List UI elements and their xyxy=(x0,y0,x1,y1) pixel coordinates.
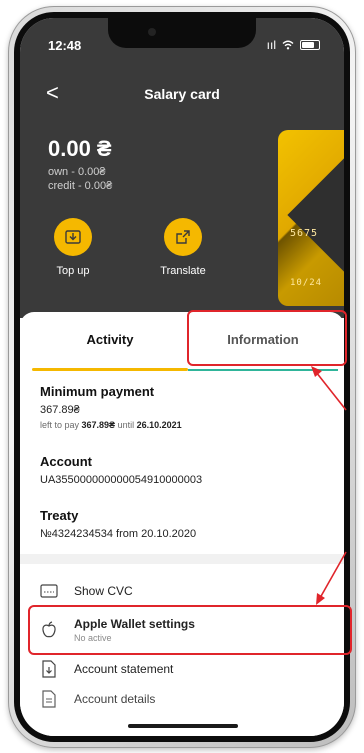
account-details-item[interactable]: Account details xyxy=(40,684,330,714)
battery-icon xyxy=(300,40,320,50)
bank-card[interactable]: 5675 10/24 xyxy=(278,130,344,306)
translate-label: Translate xyxy=(160,265,206,277)
status-icons: ııl xyxy=(267,38,320,52)
account-title: Account xyxy=(40,454,92,469)
credit-balance: credit - 0.00₴ xyxy=(48,180,113,192)
treaty-value: №4324234534 from 20.10.2020 xyxy=(40,528,197,540)
details-sheet: Activity Information Minimum payment 367… xyxy=(20,312,344,736)
minimum-payment-title: Minimum payment xyxy=(40,384,155,399)
export-icon xyxy=(164,218,202,256)
card-expiry: 10/24 xyxy=(290,278,323,288)
top-up-button[interactable]: Top up xyxy=(38,218,108,277)
minimum-payment-value: 367.89₴ xyxy=(40,404,80,416)
own-balance: own - 0.00₴ xyxy=(48,166,106,178)
account-statement-item[interactable]: Account statement xyxy=(40,654,330,684)
tab-activity[interactable]: Activity xyxy=(32,332,188,347)
apple-wallet-callout xyxy=(28,605,352,655)
home-indicator xyxy=(128,724,238,728)
document-download-icon xyxy=(40,660,58,678)
balance-amount: 0.00 ₴ xyxy=(48,136,112,161)
download-icon xyxy=(54,218,92,256)
information-tab-callout xyxy=(187,310,347,366)
treaty-title: Treaty xyxy=(40,508,79,523)
tab-underline xyxy=(188,369,338,371)
tab-indicator xyxy=(32,368,188,371)
card-icon xyxy=(40,582,58,600)
minimum-payment-note: left to pay 367.89₴ until 26.10.2021 xyxy=(40,420,182,430)
account-details-label: Account details xyxy=(74,692,156,706)
top-up-label: Top up xyxy=(56,265,90,277)
show-cvc-item[interactable]: Show CVC xyxy=(40,576,330,606)
notch xyxy=(108,18,256,48)
document-icon xyxy=(40,690,58,708)
page-title: Salary card xyxy=(144,86,220,102)
account-statement-label: Account statement xyxy=(74,662,174,676)
section-divider xyxy=(20,554,344,564)
camera-icon xyxy=(148,28,156,36)
show-cvc-label: Show CVC xyxy=(74,584,133,598)
signal-icon: ııl xyxy=(266,38,276,52)
status-time: 12:48 xyxy=(48,38,82,53)
card-number: 5675 xyxy=(290,228,319,239)
account-number: UA355000000000054910000003 xyxy=(40,474,203,486)
header-area: 12:48 ııl < Salary card 0.00 ₴ own - 0.0… xyxy=(20,18,344,318)
wifi-icon xyxy=(282,40,294,50)
translate-button[interactable]: Translate xyxy=(148,218,218,277)
